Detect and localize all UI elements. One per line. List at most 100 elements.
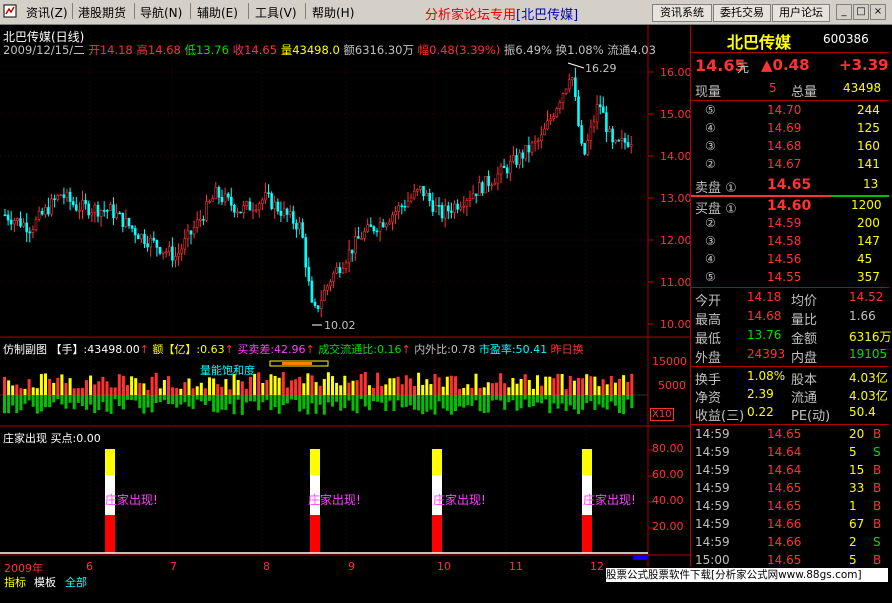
volume-bar-top — [93, 384, 97, 395]
volume-bar-top — [113, 387, 117, 395]
volume-bar-top — [277, 377, 281, 395]
stat-label: 最低 — [695, 332, 722, 347]
close-icon[interactable]: × — [870, 4, 886, 20]
volume-bar-bottom — [146, 395, 150, 408]
volume-bar-bottom — [437, 395, 441, 402]
candle-body — [521, 152, 525, 159]
volume-bar-bottom — [359, 395, 363, 400]
candle-body — [549, 118, 552, 122]
candle-body — [285, 208, 289, 215]
stat-value: 14.68 — [747, 309, 782, 323]
candle-body — [298, 222, 301, 230]
forum-button[interactable]: 用户论坛 — [772, 4, 830, 22]
candle-body — [326, 285, 329, 291]
buy-row[interactable]: ③ 14.58 147 — [691, 234, 889, 252]
x10-button[interactable]: X10 — [650, 408, 674, 421]
maximize-icon[interactable]: □ — [853, 4, 869, 20]
candle-body — [350, 249, 354, 254]
sell-vol: 125 — [857, 121, 880, 135]
candle-body — [341, 268, 345, 274]
sell-row[interactable]: ⑤ 14.70 244 — [691, 103, 889, 121]
candle-body — [484, 176, 487, 194]
chart-area[interactable]: 北巴传媒(日线) 2009/12/15/二 开14.18 高14.68 低13.… — [0, 25, 692, 575]
sell1-row[interactable]: 卖盘 ① 14.65 13 — [691, 177, 889, 196]
menu-fuzhu[interactable]: 辅助(E) — [197, 4, 238, 21]
stat-row[interactable]: 净资 2.39 流通 4.03亿 — [691, 387, 889, 406]
stat-value: 6316万 — [849, 330, 892, 344]
volume-bar-top — [175, 388, 179, 395]
sell-row[interactable]: ② 14.67 141 — [691, 157, 889, 175]
buy-price: 14.56 — [767, 252, 802, 266]
candle-body — [440, 205, 444, 219]
sell-buy-bar — [691, 195, 831, 197]
volume-bar-bottom — [285, 395, 289, 404]
volume-bar-top — [581, 378, 585, 395]
stat-row[interactable]: 最高 14.68 量比 1.66 — [691, 309, 889, 328]
volume-bar-top — [490, 383, 494, 395]
volume-bar-top — [605, 384, 609, 395]
candle-body — [375, 230, 379, 233]
volume-bar-top — [462, 388, 466, 395]
menu-ganggu[interactable]: 港股期货 — [78, 4, 126, 21]
stat-row[interactable]: 最低 13.76 金额 6316万 — [691, 328, 892, 347]
tab-indicator[interactable]: 指标 — [2, 576, 28, 590]
sub2-axis-label: 80.00 — [652, 442, 684, 455]
stat-row[interactable]: 外盘 24393 内盘 19105 — [691, 347, 889, 366]
volume-bar-bottom — [162, 395, 166, 401]
menu-gongju[interactable]: 工具(V) — [255, 4, 297, 21]
menu-daohang[interactable]: 导航(N) — [140, 4, 182, 21]
candle-body — [583, 143, 587, 155]
volume-bar-top — [433, 373, 437, 395]
volume-bar-bottom — [191, 395, 195, 409]
tick-row[interactable]: 14:59 14.64 15 B — [691, 463, 889, 481]
sell-row[interactable]: ④ 14.69 125 — [691, 121, 889, 139]
stat-row[interactable]: 收益(三) 0.22 PE(动) 50.4 — [691, 405, 889, 424]
tick-row[interactable]: 14:59 14.66 2 S — [691, 535, 889, 553]
tick-row[interactable]: 14:59 14.65 33 B — [691, 481, 889, 499]
volume-bar-bottom — [203, 395, 207, 405]
volume-bar-top — [27, 379, 31, 395]
stock-name: 北巴传媒 — [727, 33, 792, 52]
volume-bar-bottom — [208, 395, 211, 401]
volume-bar-bottom — [228, 395, 232, 404]
candle-body — [264, 192, 267, 201]
tick-price: 14.65 — [767, 427, 802, 441]
volume-bar-top — [109, 387, 113, 395]
sell-row[interactable]: ③ 14.68 160 — [691, 139, 889, 157]
candle-body — [434, 205, 438, 212]
buy-row[interactable]: ④ 14.56 45 — [691, 252, 889, 270]
tick-row[interactable]: 14:59 14.65 1 B — [691, 499, 889, 517]
buy-row[interactable]: ⑤ 14.55 357 — [691, 270, 889, 288]
volume-bar-bottom — [363, 395, 367, 407]
volume-bar-bottom — [179, 395, 183, 405]
volume-bar-bottom — [568, 395, 572, 406]
buy1-row[interactable]: 买盘 ① 14.60 1200 — [691, 198, 889, 217]
volume-bar-top — [359, 373, 363, 395]
sell-level-label: ④ — [705, 121, 716, 135]
volume-bar-bottom — [134, 395, 138, 401]
volume-bar-top — [85, 380, 88, 395]
minimize-icon[interactable]: _ — [836, 4, 852, 20]
news-system-button[interactable]: 资讯系统 — [652, 4, 712, 22]
stat-row[interactable]: 换手 1.08% 股本 4.03亿 — [691, 369, 889, 388]
volume-bar-top — [216, 384, 220, 395]
tick-row[interactable]: 14:59 14.64 5 S — [691, 445, 889, 463]
volume-bar-top — [396, 376, 400, 395]
trade-button[interactable]: 委托交易 — [713, 4, 771, 22]
candle-body — [310, 280, 314, 303]
app-icon[interactable] — [3, 4, 17, 18]
tab-template[interactable]: 模板 — [32, 576, 58, 590]
menu-bangzhu[interactable]: 帮助(H) — [312, 4, 354, 21]
stat-row[interactable]: 今开 14.18 均价 14.52 — [691, 290, 889, 309]
buy-row[interactable]: ② 14.59 200 — [691, 216, 889, 234]
volume-bar-top — [236, 379, 240, 395]
tick-row[interactable]: 14:59 14.65 20 B — [691, 427, 889, 445]
candle-body — [127, 217, 131, 227]
volume-bar-top — [76, 388, 80, 395]
tick-row[interactable]: 14:59 14.66 67 B — [691, 517, 889, 535]
menu-zixun[interactable]: 资讯(Z) — [26, 4, 68, 21]
tab-all[interactable]: 全部 — [63, 576, 89, 590]
buy-price: 14.55 — [767, 270, 802, 284]
signal-yellow — [582, 449, 592, 475]
stat-label: PE(动) — [791, 409, 831, 424]
